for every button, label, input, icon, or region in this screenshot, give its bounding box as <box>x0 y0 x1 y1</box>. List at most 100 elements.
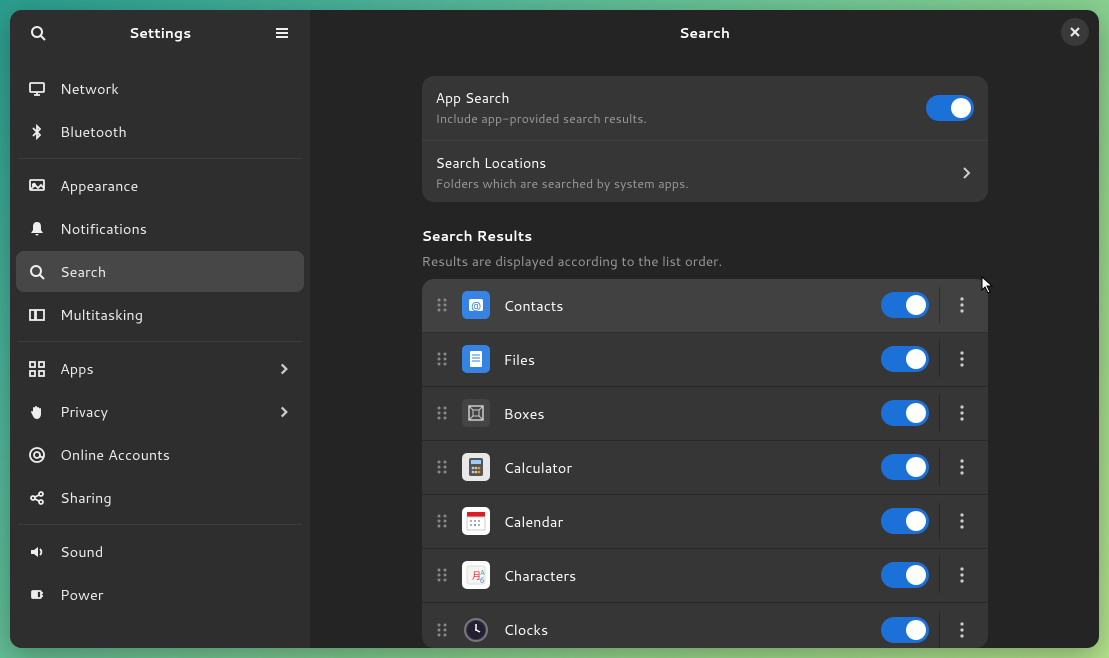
result-more-button[interactable] <box>950 612 974 648</box>
drag-handle-icon[interactable] <box>436 405 452 421</box>
result-label: Boxes <box>504 403 881 424</box>
chevron-right-icon <box>958 165 974 181</box>
result-toggle-clocks[interactable] <box>881 617 929 643</box>
result-more-button[interactable] <box>950 287 974 323</box>
result-label: Clocks <box>504 619 881 640</box>
result-label: Files <box>504 349 881 370</box>
app-search-toggle[interactable] <box>926 95 974 121</box>
chevron-right-icon <box>276 361 292 377</box>
result-label: Calculator <box>504 457 881 478</box>
main-header: Search <box>310 10 1099 56</box>
result-toggle-calendar[interactable] <box>881 508 929 534</box>
settings-window: Settings Network Bluetooth Appearance Notif… <box>10 10 1099 648</box>
result-row-boxes: Boxes <box>422 387 988 441</box>
sidebar-item-apps[interactable]: Apps <box>16 348 304 389</box>
sidebar-item-label: Privacy <box>60 401 262 422</box>
speaker-icon <box>28 543 46 561</box>
drag-handle-icon[interactable] <box>436 351 452 367</box>
result-toggle-characters[interactable] <box>881 562 929 588</box>
search-results-list: @ContactsFilesBoxesCalculatorCalendar月Aб… <box>422 279 988 648</box>
sidebar-separator <box>18 524 302 525</box>
separator <box>939 287 940 323</box>
search-locations-row[interactable]: Search Locations Folders which are searc… <box>422 141 988 202</box>
result-row-calculator: Calculator <box>422 441 988 495</box>
multitask-icon <box>28 306 46 324</box>
sidebar-item-multitasking[interactable]: Multitasking <box>16 294 304 335</box>
result-row-contacts: @Contacts <box>422 279 988 333</box>
app-search-title: App Search <box>436 88 926 108</box>
separator <box>939 341 940 377</box>
result-more-button[interactable] <box>950 503 974 539</box>
svg-text:@: @ <box>470 299 480 313</box>
search-results-title: Search Results <box>422 226 988 246</box>
sidebar-item-sharing[interactable]: Sharing <box>16 477 304 518</box>
sidebar-list: Network Bluetooth Appearance Notifications S… <box>10 56 310 648</box>
result-row-files: Files <box>422 333 988 387</box>
sidebar-title: Settings <box>54 23 266 43</box>
separator <box>939 557 940 593</box>
sidebar-separator <box>18 158 302 159</box>
hamburger-icon <box>274 25 290 41</box>
power-icon <box>28 586 46 604</box>
separator <box>939 395 940 431</box>
result-more-button[interactable] <box>950 395 974 431</box>
sidebar-header: Settings <box>10 10 310 56</box>
sidebar-item-appearance[interactable]: Appearance <box>16 165 304 206</box>
separator <box>939 503 940 539</box>
sidebar-item-sound[interactable]: Sound <box>16 531 304 572</box>
at-icon <box>28 446 46 464</box>
characters-app-icon: 月Aб <box>462 561 490 589</box>
sidebar-item-label: Appearance <box>60 175 292 196</box>
drag-handle-icon[interactable] <box>436 459 452 475</box>
close-icon <box>1069 26 1081 38</box>
sidebar-item-bluetooth[interactable]: Bluetooth <box>16 111 304 152</box>
sidebar-item-label: Bluetooth <box>60 121 292 142</box>
result-more-button[interactable] <box>950 449 974 485</box>
sidebar-item-online[interactable]: Online Accounts <box>16 434 304 475</box>
sidebar-item-label: Apps <box>60 358 262 379</box>
search-locations-subtitle: Folders which are searched by system app… <box>436 175 958 193</box>
sidebar-item-label: Network <box>60 78 292 99</box>
sidebar-search-button[interactable] <box>22 17 54 49</box>
settings-group: App Search Include app-provided search r… <box>422 76 988 202</box>
bluetooth-icon <box>28 123 46 141</box>
boxes-app-icon <box>462 399 490 427</box>
sidebar-item-notifications[interactable]: Notifications <box>16 208 304 249</box>
sidebar-item-privacy[interactable]: Privacy <box>16 391 304 432</box>
clocks-app-icon <box>462 616 490 644</box>
chevron-right-icon <box>276 404 292 420</box>
sidebar-item-power[interactable]: Power <box>16 574 304 615</box>
sidebar-item-label: Sound <box>60 541 292 562</box>
files-app-icon <box>462 345 490 373</box>
sidebar-item-label: Online Accounts <box>60 444 292 465</box>
sidebar-item-network[interactable]: Network <box>16 68 304 109</box>
close-button[interactable] <box>1061 18 1089 46</box>
sidebar-item-label: Notifications <box>60 218 292 239</box>
sidebar-item-label: Search <box>60 261 292 282</box>
search-results-header: Search Results Results are displayed acc… <box>422 226 988 271</box>
sidebar-item-label: Sharing <box>60 487 292 508</box>
result-toggle-boxes[interactable] <box>881 400 929 426</box>
sidebar-item-search[interactable]: Search <box>16 251 304 292</box>
result-more-button[interactable] <box>950 557 974 593</box>
result-toggle-files[interactable] <box>881 346 929 372</box>
main-panel: Search App Search Include app-provided s… <box>310 10 1099 648</box>
result-toggle-contacts[interactable] <box>881 292 929 318</box>
calendar-app-icon <box>462 507 490 535</box>
contacts-app-icon: @ <box>462 291 490 319</box>
separator <box>939 612 940 648</box>
result-toggle-calculator[interactable] <box>881 454 929 480</box>
appearance-icon <box>28 177 46 195</box>
app-search-text: App Search Include app-provided search r… <box>436 88 926 128</box>
search-results-subtitle: Results are displayed according to the l… <box>422 252 988 271</box>
drag-handle-icon[interactable] <box>436 297 452 313</box>
hamburger-button[interactable] <box>266 17 298 49</box>
drag-handle-icon[interactable] <box>436 513 452 529</box>
calculator-app-icon <box>462 453 490 481</box>
drag-handle-icon[interactable] <box>436 622 452 638</box>
monitor-icon <box>28 80 46 98</box>
share-icon <box>28 489 46 507</box>
drag-handle-icon[interactable] <box>436 567 452 583</box>
result-more-button[interactable] <box>950 341 974 377</box>
sidebar-item-label: Power <box>60 584 292 605</box>
